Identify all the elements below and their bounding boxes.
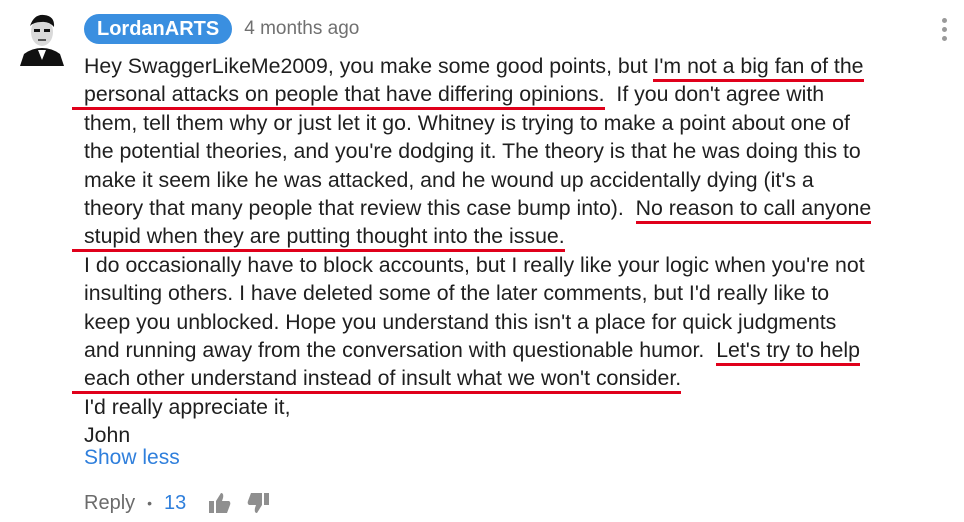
like-count: 13 <box>164 491 187 514</box>
comment-line: John <box>84 423 131 448</box>
author-name[interactable]: LordanARTS <box>84 14 233 44</box>
comment-line: and running away from the conversation w… <box>84 336 944 366</box>
comment-line: theory that many people that review this… <box>84 194 944 224</box>
comment-actions: Reply • 13 <box>84 488 270 518</box>
reply-button[interactable]: Reply <box>84 492 135 515</box>
highlighted-text: stupid when they are putting thought int… <box>72 224 565 253</box>
highlighted-text: No reason to call anyone <box>635 195 872 224</box>
avatar[interactable] <box>14 10 70 66</box>
highlighted-text: each other understand instead of insult … <box>72 366 682 395</box>
comment-line: keep you unblocked. Hope you understand … <box>84 309 837 334</box>
comment-line: personal attacks on people that have dif… <box>72 80 944 111</box>
comment-line: I'd really appreciate it, <box>84 394 291 419</box>
comment-line: them, tell them why or just let it go. W… <box>84 110 850 135</box>
comment-line: stupid when they are putting thought int… <box>72 222 944 253</box>
separator-dot: • <box>147 495 153 511</box>
comment-line: each other understand instead of insult … <box>72 364 944 395</box>
show-less-link[interactable]: Show less <box>84 446 180 470</box>
highlighted-text: I'm not a big fan of the <box>653 54 864 82</box>
highlighted-text: personal attacks on people that have dif… <box>72 82 605 111</box>
comment-line: the potential theories, and you're dodgi… <box>84 139 861 164</box>
comment-header: LordanARTS 4 months ago <box>84 12 359 46</box>
highlighted-text: Let's try to help <box>716 337 860 366</box>
thumb-up-icon[interactable] <box>208 491 232 515</box>
timestamp[interactable]: 4 months ago <box>244 18 359 40</box>
more-vert-icon[interactable] <box>939 18 949 48</box>
comment-line: Hey SwaggerLikeMe2009, you make some goo… <box>84 52 944 82</box>
comment-line: insulting others. I have deleted some of… <box>84 281 830 306</box>
comment-text: Hey SwaggerLikeMe2009, you make some goo… <box>72 52 944 449</box>
thumb-down-icon[interactable] <box>246 491 270 515</box>
comment-line: I do occasionally have to block accounts… <box>84 252 865 277</box>
comment-line: make it seem like he was attacked, and h… <box>84 167 814 192</box>
